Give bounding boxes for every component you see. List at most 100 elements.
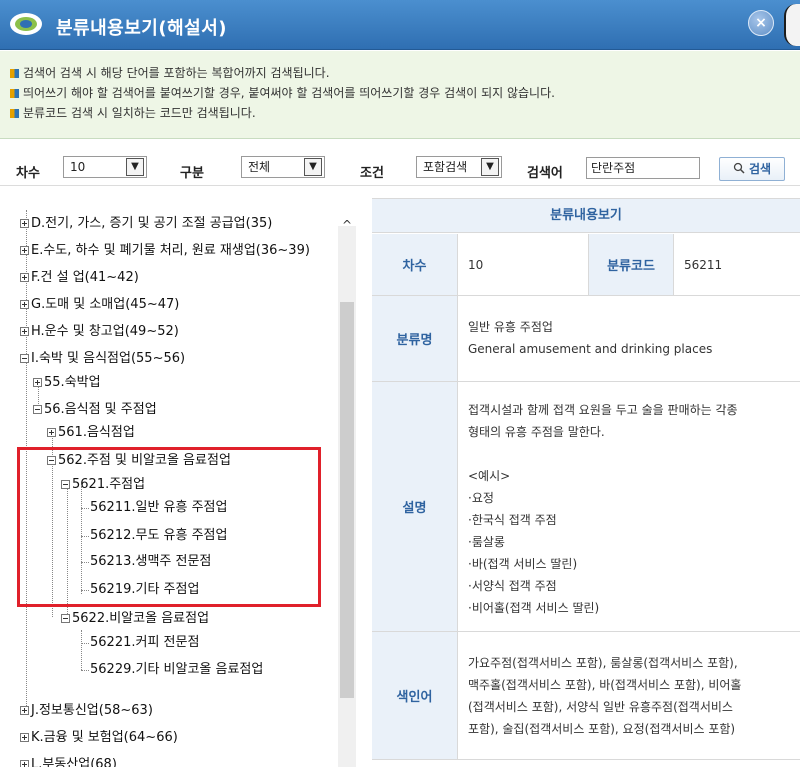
chevron-down-icon: ▼	[481, 158, 499, 176]
search-notice-panel: 검색어 검색 시 해당 단어를 포함하는 복합어까지 검색됩니다. 띄어쓰기 해…	[0, 51, 800, 139]
name-korean: 일반 유흥 주점업	[468, 320, 553, 334]
expand-icon[interactable]	[47, 428, 56, 437]
tree-node-561[interactable]: 561.음식점업	[47, 422, 135, 444]
expand-icon[interactable]	[20, 273, 29, 282]
tree-node-label: 561.음식점업	[58, 425, 135, 440]
description-line	[468, 443, 790, 465]
index-terms-line: 포함), 술집(접객서비스 포함), 요정(접객서비스 포함)	[468, 722, 736, 736]
tree-node-label: H.운수 및 창고업(49~52)	[31, 324, 179, 339]
tree-node-label: 56.음식점 및 주점업	[44, 402, 157, 417]
notice-text: 검색어 검색 시 해당 단어를 포함하는 복합어까지 검색됩니다.	[23, 66, 330, 80]
description-header: 설명	[372, 382, 458, 632]
tree-node-56221[interactable]: 56221.커피 전문점	[90, 632, 199, 654]
description-line: ·한국식 접객 주점	[468, 513, 557, 527]
close-icon[interactable]: ×	[748, 10, 774, 36]
chevron-down-icon: ▼	[304, 158, 322, 176]
detail-header: 분류내용보기	[372, 199, 800, 233]
tree-node-label: E.수도, 하수 및 폐기물 처리, 원료 재생업(36~39)	[31, 243, 310, 258]
expand-icon[interactable]	[20, 327, 29, 336]
tree-node-label: 55.숙박업	[44, 375, 101, 390]
tree-node-label: F.건 설 업(41~42)	[31, 270, 139, 285]
keyword-input[interactable]: 단란주점	[586, 157, 700, 179]
tree-scroll-thumb[interactable]	[340, 302, 354, 698]
description-line: ·요정	[468, 491, 494, 505]
edition-header: 차수	[372, 234, 458, 296]
description-cell: 접객시설과 함께 접객 요원을 두고 술을 판매하는 각종 형태의 유흥 주점을…	[458, 382, 800, 632]
collapse-icon[interactable]	[33, 405, 42, 414]
search-button-label: 검색	[748, 162, 772, 176]
edition-select[interactable]: 10 ▼	[63, 156, 147, 178]
tree-node-56229[interactable]: 56229.기타 비알코올 음료점업	[90, 659, 263, 681]
expand-icon[interactable]	[20, 733, 29, 742]
notice-line: 띄어쓰기 해야 할 검색어를 붙여쓰기할 경우, 붙여써야 할 검색어를 띄어쓰…	[10, 83, 800, 103]
bullet-icon	[10, 108, 19, 118]
tree-connector	[81, 670, 89, 671]
tree-node-f[interactable]: F.건 설 업(41~42)	[20, 267, 139, 289]
tree-node-label: G.도매 및 소매업(45~47)	[31, 297, 180, 312]
expand-icon[interactable]	[20, 706, 29, 715]
expand-icon[interactable]	[20, 246, 29, 255]
tree-node-label: 56229.기타 비알코올 음료점업	[90, 662, 264, 677]
scroll-up-icon[interactable]: ^	[339, 218, 355, 234]
description-line: ·서양식 접객 주점	[468, 579, 557, 593]
name-header: 분류명	[372, 296, 458, 382]
name-english: General amusement and drinking places	[468, 342, 713, 356]
name-cell: 일반 유흥 주점업 General amusement and drinking…	[458, 296, 800, 382]
index-terms-line: 가요주점(접객서비스 포함), 룸살롱(접객서비스 포함),	[468, 656, 738, 670]
tree-node-label: I.숙박 및 음식점업(55~56)	[31, 351, 186, 366]
tree-node-label: 5622.비알코올 음료점업	[72, 611, 210, 626]
tree-connector	[81, 643, 89, 644]
index-terms-line: 맥주홀(접객서비스 포함), 바(접객서비스 포함), 비어홀	[468, 678, 742, 692]
notice-line: 검색어 검색 시 해당 단어를 포함하는 복합어까지 검색됩니다.	[10, 63, 800, 83]
tree-node-56[interactable]: 56.음식점 및 주점업	[33, 399, 157, 421]
condition-label: 조건	[360, 166, 384, 181]
tree-node-e[interactable]: E.수도, 하수 및 폐기물 처리, 원료 재생업(36~39)	[20, 240, 310, 262]
search-bar: 차수 10 ▼ 구분 전체 ▼ 조건 포함검색 ▼ 검색어 단란주점 검색	[0, 140, 800, 186]
expand-icon[interactable]	[33, 378, 42, 387]
expand-icon[interactable]	[20, 300, 29, 309]
tree-node-h[interactable]: H.운수 및 창고업(49~52)	[20, 321, 179, 343]
edition-label: 차수	[16, 166, 40, 181]
app-logo-icon	[10, 13, 42, 35]
index-terms-cell: 가요주점(접객서비스 포함), 룸살롱(접객서비스 포함), 맥주홀(접객서비스…	[458, 632, 800, 760]
tree-connector	[81, 630, 82, 670]
tree-node-d[interactable]: D.전기, 가스, 증기 및 공기 조절 공급업(35)	[20, 213, 272, 235]
tree-node-5622[interactable]: 5622.비알코올 음료점업	[61, 608, 209, 630]
tree-node-k[interactable]: K.금융 및 보험업(64~66)	[20, 727, 178, 749]
edition-select-value: 10	[70, 160, 86, 174]
condition-select[interactable]: 포함검색 ▼	[416, 156, 502, 178]
collapse-icon[interactable]	[20, 354, 29, 363]
bullet-icon	[10, 68, 19, 78]
category-select[interactable]: 전체 ▼	[241, 156, 325, 178]
notice-line: 분류코드 검색 시 일치하는 코드만 검색됩니다.	[10, 103, 800, 123]
search-icon	[733, 162, 745, 174]
index-terms-line: (접객서비스 포함), 서양식 일반 유흥주점(접객서비스	[468, 700, 733, 714]
tree-node-label: L.부동산업(68)	[31, 757, 117, 767]
tree-node-i[interactable]: I.숙박 및 음식점업(55~56)	[20, 348, 185, 370]
expand-icon[interactable]	[20, 760, 29, 767]
tree-node-j[interactable]: J.정보통신업(58~63)	[20, 700, 153, 722]
window-edge	[784, 4, 800, 46]
description-line: ·바(접객 서비스 딸린)	[468, 557, 578, 571]
description-line: ·비어홀(접객 서비스 딸린)	[468, 601, 600, 615]
tree-node-label: D.전기, 가스, 증기 및 공기 조절 공급업(35)	[31, 216, 273, 231]
collapse-icon[interactable]	[61, 614, 70, 623]
edition-value: 10	[458, 234, 588, 296]
tree-node-label: J.정보통신업(58~63)	[31, 703, 153, 718]
tree-node-55[interactable]: 55.숙박업	[33, 372, 101, 394]
tree-node-l[interactable]: L.부동산업(68)	[20, 754, 117, 767]
description-line: 접객시설과 함께 접객 요원을 두고 술을 판매하는 각종	[468, 403, 738, 417]
title-bar: 분류내용보기(해설서) ×	[0, 0, 800, 50]
tree-node-label: K.금융 및 보험업(64~66)	[31, 730, 178, 745]
notice-text: 분류코드 검색 시 일치하는 코드만 검색됩니다.	[23, 106, 256, 120]
search-button[interactable]: 검색	[719, 157, 785, 181]
tree-node-g[interactable]: G.도매 및 소매업(45~47)	[20, 294, 179, 316]
condition-select-value: 포함검색	[423, 160, 468, 174]
index-terms-header: 색인어	[372, 632, 458, 760]
code-value: 56211	[674, 234, 800, 296]
category-label: 구분	[180, 166, 204, 181]
description-line: ·룸살롱	[468, 535, 505, 549]
category-select-value: 전체	[248, 160, 271, 174]
expand-icon[interactable]	[20, 219, 29, 228]
description-line: 형태의 유흥 주점을 말한다.	[468, 425, 605, 439]
